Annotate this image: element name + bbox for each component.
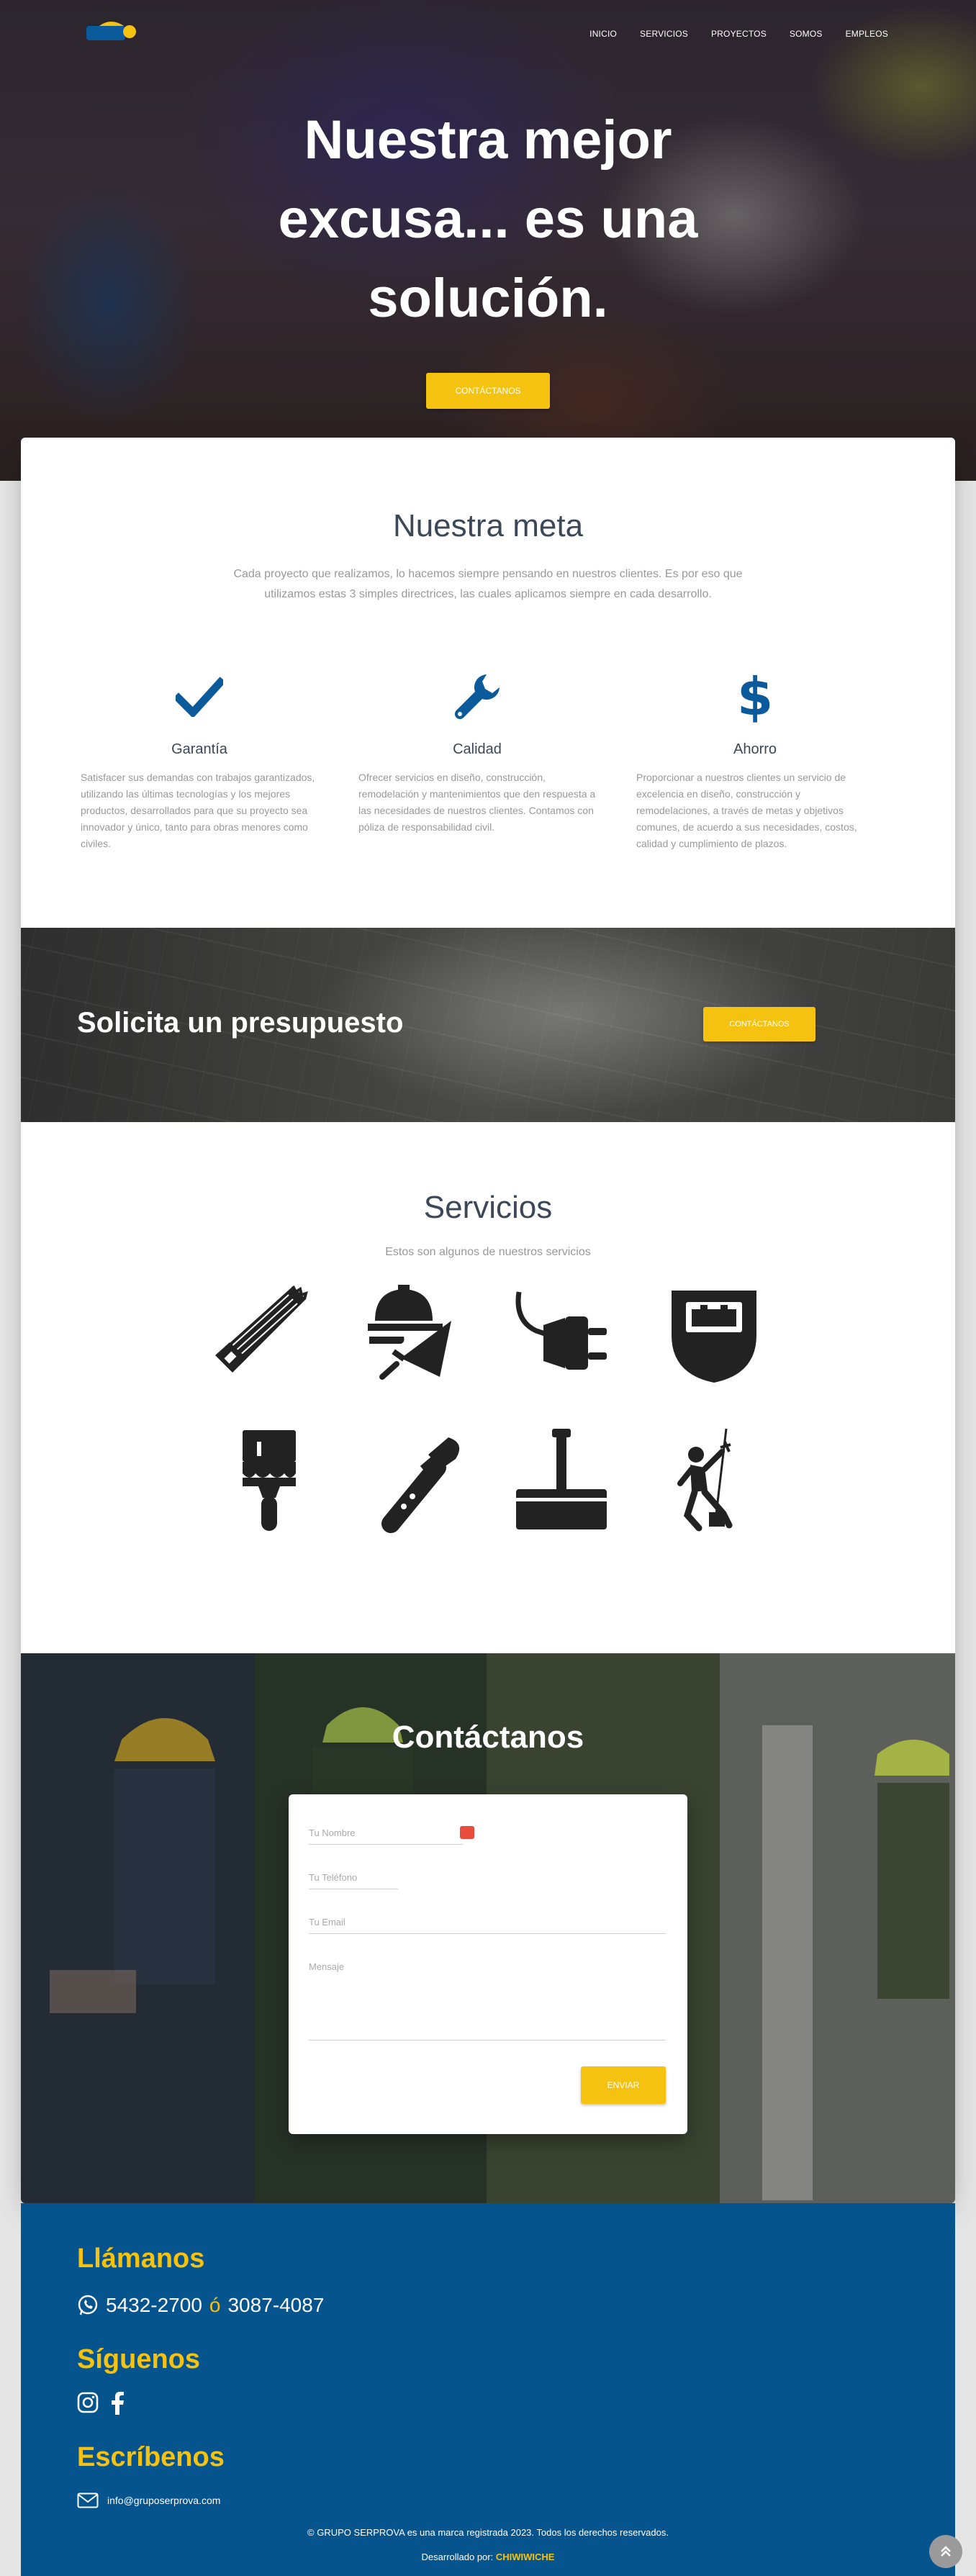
email-contact: info@gruposerprova.com [77,2493,220,2508]
scroll-to-top-button[interactable] [929,2535,962,2568]
email-input[interactable] [309,1917,666,1934]
goals-section: Nuestra meta Cada proyecto que realizamo… [21,508,955,605]
grupo-serprova-logo[interactable] [85,16,141,45]
instagram-icon[interactable] [77,2392,99,2413]
double-chevron-up-icon [941,2546,951,2557]
saw-icon[interactable] [208,1278,316,1386]
copyright: © GRUPO SERPROVA es una marca registrada… [307,2527,669,2538]
hero-title-line: excusa... es una [278,189,698,250]
whatsapp-icon[interactable] [77,2295,99,2316]
services-title: Servicios [423,1190,553,1225]
quote-title: Solicita un presupuesto [77,1007,404,1039]
quote-contact-button[interactable]: CONTÁCTANOS [703,1007,815,1041]
nav-empleos[interactable]: EMPLEOS [846,29,888,39]
follow-title: Síguenos [77,2344,201,2374]
nav-inicio[interactable]: INICIO [589,29,617,39]
contact-section: Contáctanos ENVIAR [21,1653,955,2203]
nav-proyectos[interactable]: PROYECTOS [711,29,767,39]
main-nav: INICIO SERVICIOS PROYECTOS SOMOS EMPLEOS [589,29,888,39]
welding-mask-icon[interactable] [660,1278,768,1386]
pipe-wrench-icon[interactable] [362,1426,470,1534]
hero-title-line: Nuestra mejor [304,109,672,171]
hero-title: Nuestra mejor excusa... es una solución. [0,101,976,338]
write-title: Escríbenos [77,2442,225,2472]
feature-title: Garantía [171,741,227,757]
feature-quality: Calidad Ofrecer servicios en diseño, con… [358,668,596,836]
envelope-icon[interactable] [77,2493,99,2508]
masonry-icon[interactable] [353,1278,461,1386]
services-subtitle: Estos son algunos de nuestros servicios [385,1246,591,1258]
hero-section: INICIO SERVICIOS PROYECTOS SOMOS EMPLEOS… [0,0,976,481]
services-section: Servicios Estos son algunos de nuestros … [21,1122,955,1533]
feature-text: Ofrecer servicios en diseño, construcció… [358,772,596,833]
feature-text: Proporcionar a nuestros clientes un serv… [636,772,857,849]
email-link[interactable]: info@gruposerprova.com [107,2495,220,2506]
phone-2[interactable]: 3087-4087 [227,2294,324,2317]
electric-plug-icon[interactable] [507,1278,615,1386]
name-input[interactable] [309,1827,463,1845]
worker-photo [50,1718,215,2013]
goals-title: Nuestra meta [392,508,584,543]
developer-label: Desarrollado por: [421,2552,494,2562]
quote-banner: Solicita un presupuesto CONTÁCTANOS [21,928,955,1122]
feature-title: Ahorro [733,741,777,757]
feature-guarantee: Garantía Satisfacer sus demandas con tra… [81,668,318,852]
phone-separator: ó [209,2294,221,2316]
goals-description: Cada proyecto que realizamos, lo hacemos… [233,568,743,600]
feature-title: Calidad [453,741,502,757]
feature-text: Satisfacer sus demandas con trabajos gar… [81,772,315,849]
facebook-icon[interactable] [110,2392,125,2415]
nav-servicios[interactable]: SERVICIOS [640,29,688,39]
message-textarea[interactable] [309,1961,666,2041]
social-links [77,2392,125,2415]
feature-savings: $ Ahorro Proporcionar a nuestros cliente… [636,666,874,852]
hero-contact-button[interactable]: CONTÁCTANOS [426,373,550,409]
check-icon [176,677,223,717]
phone-input[interactable] [309,1872,398,1889]
phone-numbers: 5432-2700 ó 3087-4087 [77,2294,324,2317]
hero-title-line: solución. [368,268,608,329]
developer-link[interactable]: CHIWIWICHE [496,2552,555,2562]
nav-somos[interactable]: SOMOS [790,29,823,39]
rope-access-worker-icon[interactable] [654,1426,762,1534]
call-title: Llámanos [77,2243,205,2274]
dollar-icon: $ [736,666,774,727]
worker-photo [762,1725,949,2200]
paint-brush-icon[interactable] [215,1426,323,1534]
contact-title: Contáctanos [392,1719,584,1755]
main-card: Nuestra meta Cada proyecto que realizamo… [21,438,955,2203]
footer: Llámanos 5432-2700 ó 3087-4087 Síguenos … [21,2203,955,2576]
phone-1[interactable]: 5432-2700 [106,2294,202,2317]
wrench-icon [454,674,500,720]
contact-form: ENVIAR [289,1794,687,2134]
developer-credit: Desarrollado por: CHIWIWICHE [21,2552,955,2562]
send-button[interactable]: ENVIAR [581,2066,666,2104]
floor-squeegee-icon[interactable] [507,1426,615,1534]
autofill-icon[interactable] [460,1826,474,1839]
